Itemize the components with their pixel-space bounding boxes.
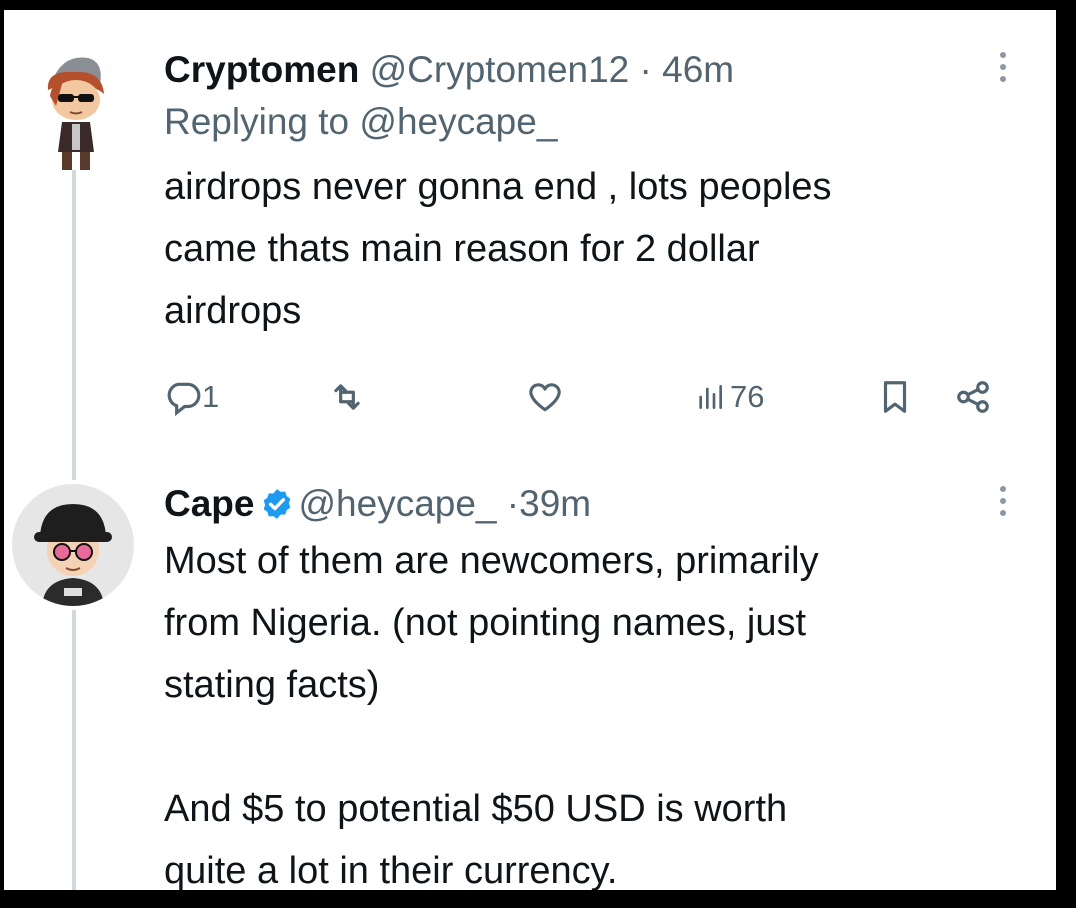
tweet-text: airdrops never gonna end , lots peoples …	[164, 166, 832, 332]
thread-line	[72, 170, 76, 480]
bookmark-button[interactable]	[876, 378, 914, 416]
handle[interactable]: @Cryptomen12	[370, 49, 630, 90]
reply-button[interactable]: 1	[164, 378, 219, 416]
views-chart-icon	[699, 385, 722, 409]
replying-to-prefix: Replying to	[164, 101, 360, 142]
more-options-button[interactable]	[998, 52, 1008, 82]
display-name[interactable]: Cape	[164, 483, 254, 524]
replying-to-mention[interactable]: @heycape_	[359, 101, 557, 142]
heart-icon	[529, 383, 561, 412]
retweet-icon	[334, 384, 360, 410]
reply-icon	[167, 382, 201, 416]
reply-count: 1	[202, 379, 220, 414]
tweet[interactable]: Cape @heycape_ ·39m Most of them are newc…	[164, 482, 996, 890]
timestamp[interactable]: 39m	[519, 483, 591, 524]
views-button[interactable]: 76	[694, 378, 764, 416]
more-dot-icon	[1000, 76, 1006, 82]
like-button[interactable]	[526, 378, 564, 416]
verified-badge-icon[interactable]	[260, 487, 294, 521]
timestamp[interactable]: 46m	[662, 49, 734, 90]
avatar[interactable]	[12, 484, 134, 606]
more-dot-icon	[1000, 498, 1006, 504]
retweet-button[interactable]	[328, 378, 366, 416]
bookmark-icon	[883, 381, 907, 413]
replying-to: Replying to @heycape_	[164, 100, 996, 144]
tweet-header: Cape @heycape_ ·39m	[164, 482, 996, 526]
action-bar: 1 76	[164, 378, 1004, 428]
avatar[interactable]	[22, 44, 132, 174]
more-dot-icon	[1000, 486, 1006, 492]
more-dot-icon	[1000, 64, 1006, 70]
more-dot-icon	[1000, 52, 1006, 58]
more-dot-icon	[1000, 510, 1006, 516]
share-icon	[957, 381, 989, 413]
cartoon-boy-avatar-icon	[47, 57, 104, 170]
share-button[interactable]	[954, 378, 992, 416]
tweet-text: Most of them are newcomers, primarily fr…	[164, 540, 819, 890]
handle[interactable]: @heycape_	[298, 483, 496, 524]
tweet-header: Cryptomen @Cryptomen12 · 46m	[164, 48, 996, 92]
separator-dot: ·	[639, 49, 652, 90]
cartoon-bucket-hat-avatar-icon	[34, 504, 112, 606]
tweet-thread: Cryptomen @Cryptomen12 · 46m Replying to…	[4, 10, 1056, 890]
more-options-button[interactable]	[998, 486, 1008, 516]
display-name[interactable]: Cryptomen	[164, 49, 359, 90]
thread-line	[72, 610, 76, 890]
view-count: 76	[730, 379, 765, 414]
separator-dot: ·	[506, 483, 520, 524]
tweet[interactable]: Cryptomen @Cryptomen12 · 46m Replying to…	[164, 48, 996, 342]
